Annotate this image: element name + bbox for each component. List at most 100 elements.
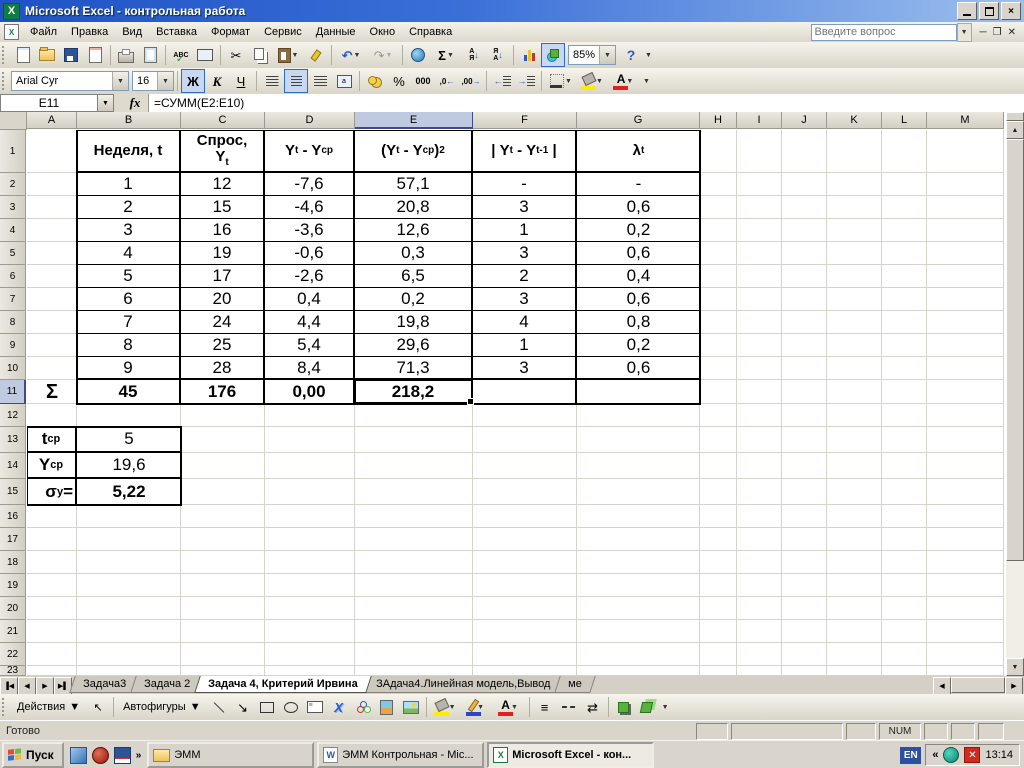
cell-D10[interactable]: 8,4: [265, 357, 355, 380]
drawing-button[interactable]: [541, 43, 565, 67]
menu-file[interactable]: Файл: [23, 24, 64, 40]
borders-button[interactable]: ▼: [545, 69, 577, 93]
header-deviation[interactable]: Yt - Yср: [265, 130, 355, 173]
row-header-8[interactable]: 8: [0, 311, 26, 334]
row-header-18[interactable]: 18: [0, 551, 26, 574]
column-header-E[interactable]: E: [355, 112, 473, 129]
decrease-indent-button[interactable]: ←: [490, 69, 514, 93]
scroll-down-button[interactable]: ▼: [1006, 658, 1024, 676]
cell-E6[interactable]: 6,5: [355, 265, 473, 288]
dash-style-button[interactable]: [557, 695, 581, 719]
cut-button[interactable]: ✂: [224, 43, 248, 67]
row-header-7[interactable]: 7: [0, 288, 26, 311]
arrow-style-button[interactable]: ⇄: [581, 695, 605, 719]
column-header-L[interactable]: L: [882, 112, 927, 129]
cell-B3[interactable]: 2: [77, 196, 181, 219]
quick-launch-save-icon[interactable]: [114, 747, 131, 764]
taskbar-item-word[interactable]: W ЭММ Контрольная - Mic...: [317, 742, 484, 768]
paste-dropdown-icon[interactable]: ▼: [292, 52, 299, 59]
prev-sheet-button[interactable]: ◀: [18, 677, 36, 695]
cell-D3[interactable]: -4,6: [265, 196, 355, 219]
column-header-I[interactable]: I: [737, 112, 782, 129]
quick-launch-more-icon[interactable]: »: [136, 750, 142, 761]
header-demand[interactable]: Спрос, Yt: [181, 130, 265, 173]
menu-view[interactable]: Вид: [115, 24, 149, 40]
cell-C6[interactable]: 17: [181, 265, 265, 288]
row-header-17[interactable]: 17: [0, 528, 26, 551]
header-deviation-squared[interactable]: (Yt - Yср)2: [355, 130, 473, 173]
sheet-tab-zadacha4-irvin[interactable]: Задача 4, Критерий Ирвина: [194, 676, 371, 693]
cell-E10[interactable]: 71,3: [355, 357, 473, 380]
cell-B7[interactable]: 6: [77, 288, 181, 311]
cell-D11[interactable]: 0,00: [265, 380, 355, 404]
cell-B4[interactable]: 3: [77, 219, 181, 242]
language-indicator[interactable]: EN: [900, 747, 921, 764]
cell-F3[interactable]: 3: [473, 196, 577, 219]
row-header-6[interactable]: 6: [0, 265, 26, 288]
cell-G7[interactable]: 0,6: [577, 288, 700, 311]
currency-button[interactable]: [363, 69, 387, 93]
selected-cell-E11[interactable]: [354, 379, 473, 404]
cell-G6[interactable]: 0,4: [577, 265, 700, 288]
column-header-H[interactable]: H: [700, 112, 737, 129]
select-objects-button[interactable]: ↖: [86, 695, 110, 719]
cell-E2[interactable]: 57,1: [355, 173, 473, 196]
cell-F8[interactable]: 4: [473, 311, 577, 334]
line-color-dropdown-icon[interactable]: ▼: [477, 704, 484, 711]
chart-wizard-button[interactable]: [517, 43, 541, 67]
font-size-dropdown-icon[interactable]: ▼: [157, 72, 173, 90]
sort-descending-button[interactable]: ЯА ↓: [486, 43, 510, 67]
row-header-10[interactable]: 10: [0, 357, 26, 380]
clip-art-button[interactable]: [375, 695, 399, 719]
align-left-button[interactable]: [260, 69, 284, 93]
row-header-20[interactable]: 20: [0, 597, 26, 620]
insert-function-button[interactable]: fx: [122, 94, 148, 112]
row-header-16[interactable]: 16: [0, 505, 26, 528]
toolbar-grip[interactable]: [2, 46, 7, 64]
column-header-D[interactable]: D: [265, 112, 355, 129]
cell-F7[interactable]: 3: [473, 288, 577, 311]
cell-F6[interactable]: 2: [473, 265, 577, 288]
increase-indent-button[interactable]: →: [514, 69, 538, 93]
cell-F11[interactable]: [473, 380, 577, 404]
fill-handle[interactable]: [467, 398, 474, 405]
cell-C4[interactable]: 16: [181, 219, 265, 242]
cell-B6[interactable]: 5: [77, 265, 181, 288]
horizontal-scrollbar[interactable]: ◀ ▶: [933, 677, 1023, 693]
cell-D4[interactable]: -3,6: [265, 219, 355, 242]
cell-F9[interactable]: 1: [473, 334, 577, 357]
sheet-tab-zadacha3[interactable]: Задача3: [69, 676, 140, 693]
column-header-J[interactable]: J: [782, 112, 827, 129]
stat-value-sigma[interactable]: 5,22: [77, 479, 181, 505]
header-week[interactable]: Неделя, t: [77, 130, 181, 173]
increase-decimal-button[interactable]: ,0←: [435, 69, 459, 93]
row-header-19[interactable]: 19: [0, 574, 26, 597]
name-box-dropdown-icon[interactable]: ▼: [98, 94, 114, 112]
autoshapes-menu[interactable]: Автофигуры▼: [117, 699, 206, 715]
header-lambda[interactable]: λ t: [577, 130, 700, 173]
sort-ascending-button[interactable]: АЯ ↓: [462, 43, 486, 67]
font-color-dropdown-icon[interactable]: ▼: [626, 78, 633, 85]
cell-D9[interactable]: 5,4: [265, 334, 355, 357]
cell-F10[interactable]: 3: [473, 357, 577, 380]
cells-area[interactable]: Неделя, t Спрос, Yt Yt - Yср (Yt - Yср)2…: [27, 130, 1004, 676]
help-button[interactable]: ?: [619, 43, 643, 67]
column-header-C[interactable]: C: [181, 112, 265, 129]
scroll-left-button[interactable]: ◀: [933, 677, 951, 695]
cell-D8[interactable]: 4,4: [265, 311, 355, 334]
rectangle-button[interactable]: [255, 695, 279, 719]
tray-app-icon[interactable]: [943, 747, 959, 763]
cell-B8[interactable]: 7: [77, 311, 181, 334]
cell-F2[interactable]: -: [473, 173, 577, 196]
cell-D7[interactable]: 0,4: [265, 288, 355, 311]
menu-insert[interactable]: Вставка: [149, 24, 204, 40]
cell-E8[interactable]: 19,8: [355, 311, 473, 334]
cell-G3[interactable]: 0,6: [577, 196, 700, 219]
scroll-right-button[interactable]: ▶: [1005, 677, 1023, 695]
row-header-15[interactable]: 15: [0, 479, 26, 505]
menu-tools[interactable]: Сервис: [257, 24, 309, 40]
row-header-21[interactable]: 21: [0, 620, 26, 643]
draw-actions-menu[interactable]: Действия▼: [11, 699, 86, 715]
paste-button[interactable]: ▼: [272, 43, 304, 67]
restore-button[interactable]: [979, 2, 999, 20]
